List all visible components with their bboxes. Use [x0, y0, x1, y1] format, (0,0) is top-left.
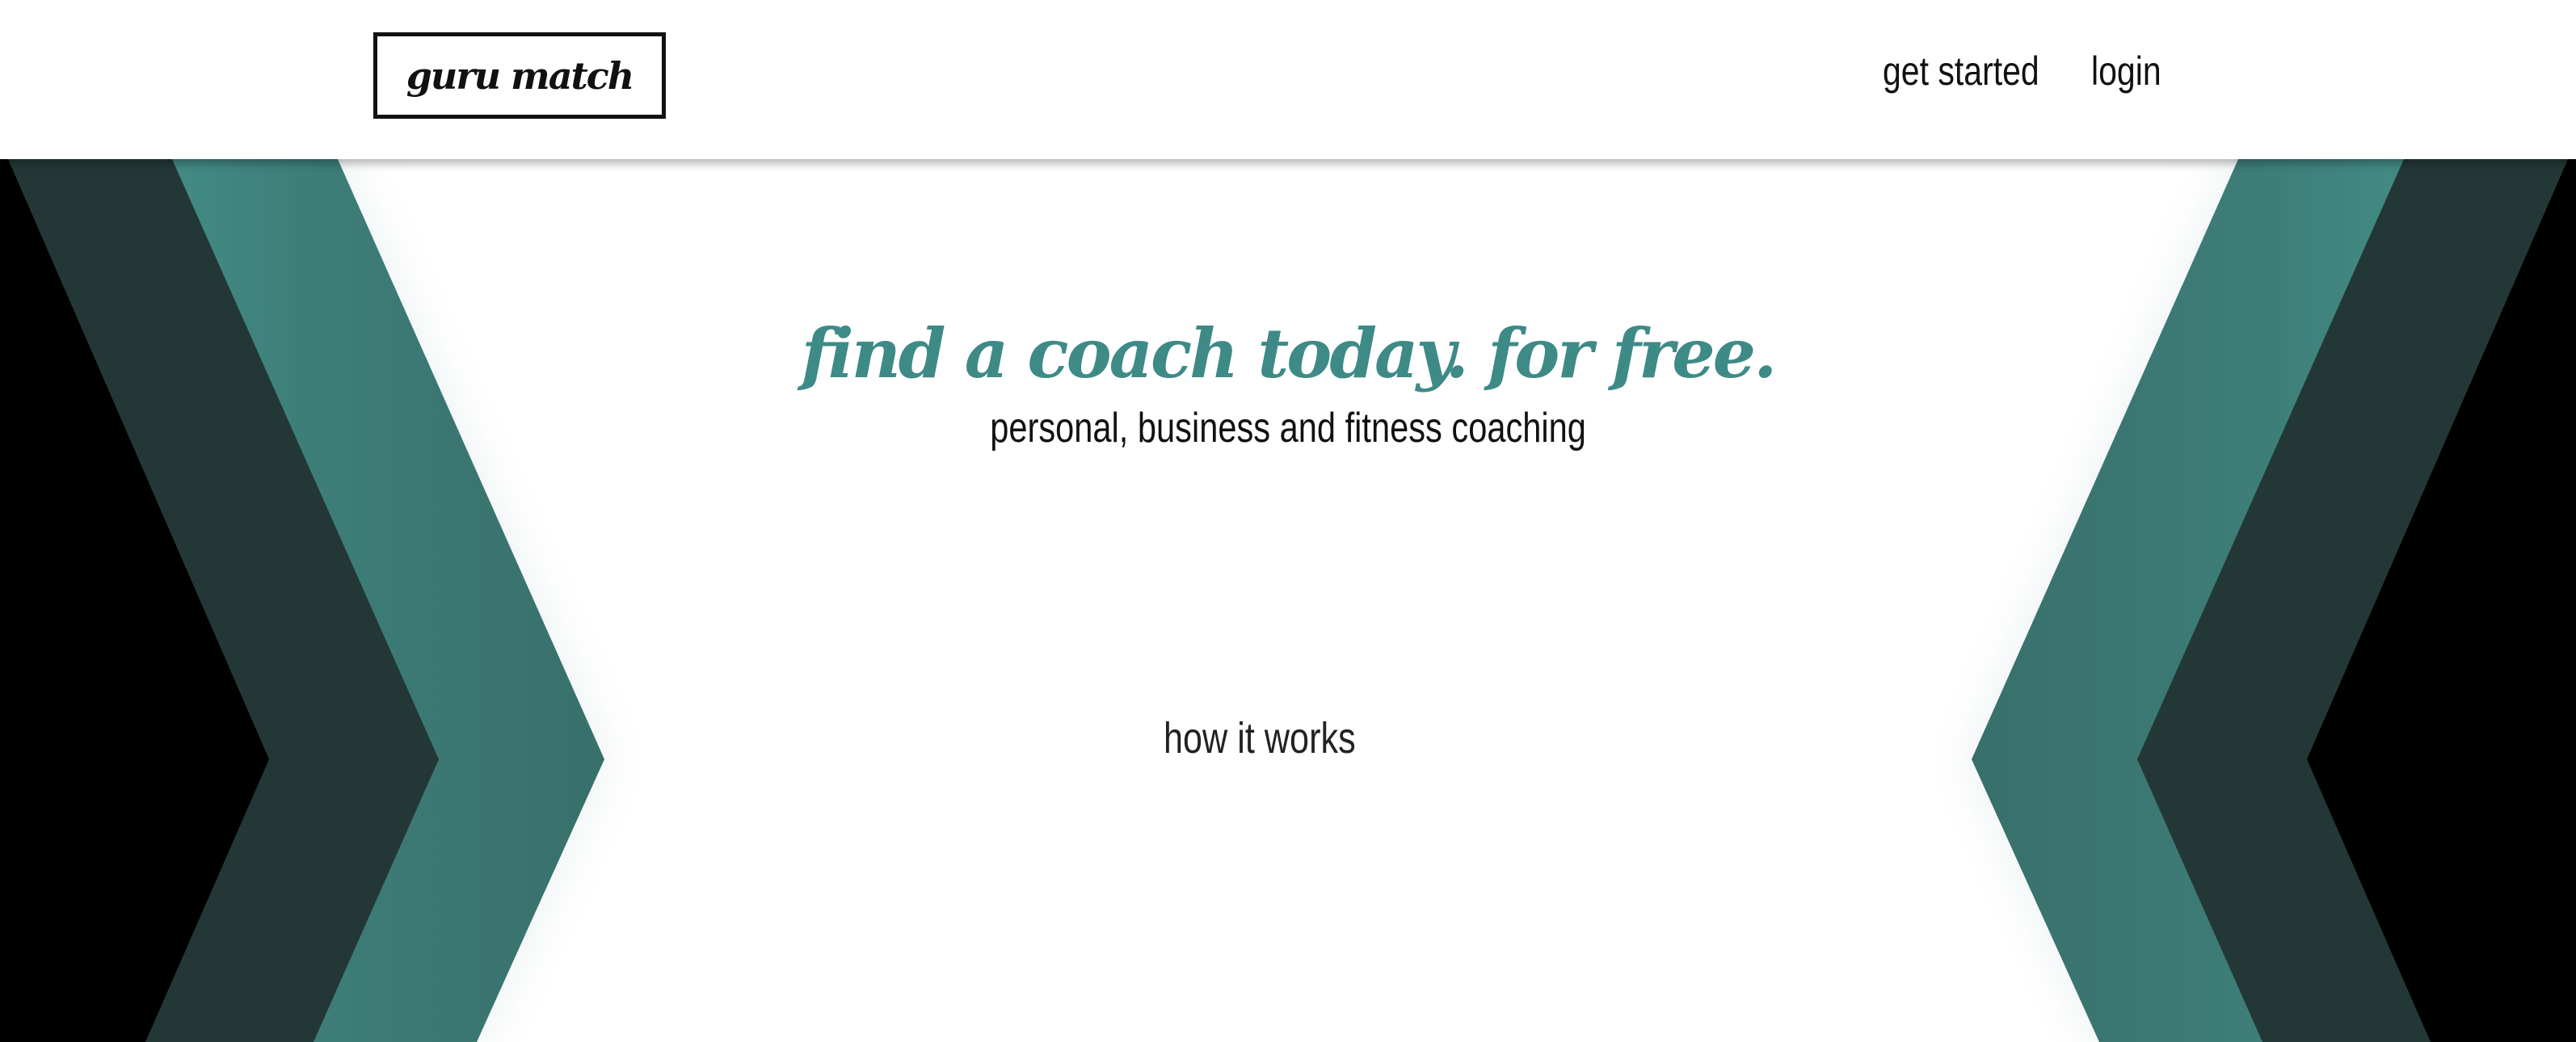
- how-it-works-label: how it works: [1164, 714, 1356, 763]
- hero-subtitle-wrapper: personal, business and fitness coaching: [0, 404, 2576, 452]
- nav-item-get-started: get started: [1883, 39, 2073, 103]
- get-started-link[interactable]: get started: [1883, 48, 2039, 95]
- page: guru match get started login find a coac…: [0, 0, 2576, 1042]
- login-link[interactable]: login: [2091, 48, 2161, 95]
- nav-item-login: login: [2091, 39, 2177, 103]
- top-navbar: guru match get started login: [0, 0, 2576, 159]
- logo-text: guru match: [406, 53, 634, 98]
- hero-subtitle: personal, business and fitness coaching: [990, 405, 1586, 452]
- logo-link[interactable]: guru match: [373, 32, 666, 119]
- hero-title: find a coach today. for free.: [801, 313, 1778, 393]
- how-it-works-link[interactable]: how it works: [1164, 713, 1404, 763]
